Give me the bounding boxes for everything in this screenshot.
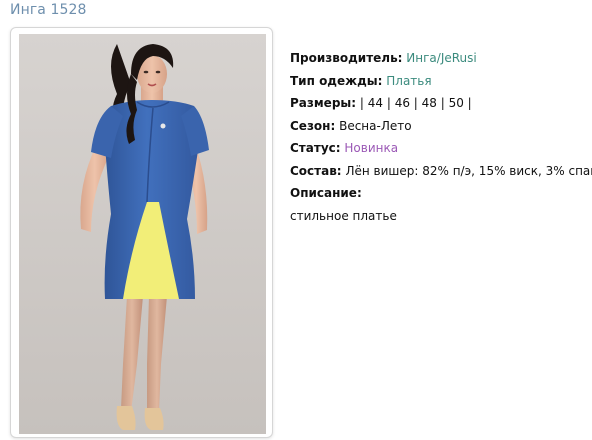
description-text: стильное платье bbox=[290, 208, 397, 223]
product-title: Инга 1528 bbox=[10, 2, 87, 18]
manufacturer-row: Производитель: Инга/JeRusi bbox=[290, 47, 590, 70]
product-photo[interactable] bbox=[19, 34, 266, 434]
season-label: Сезон: bbox=[290, 118, 336, 133]
sizes-row: Размеры: | 44 | 46 | 48 | 50 | bbox=[290, 92, 590, 115]
status-link[interactable]: Новинка bbox=[344, 141, 398, 155]
season-row: Сезон: Весна-Лето bbox=[290, 115, 590, 138]
composition-value: Лён вишер: 82% п/э, 15% виск, 3% спанд. bbox=[345, 163, 592, 178]
composition-label: Состав: bbox=[290, 163, 342, 178]
status-row: Статус: Новинка bbox=[290, 137, 590, 160]
description-label: Описание: bbox=[290, 186, 362, 200]
manufacturer-link[interactable]: Инга/JeRusi bbox=[406, 51, 476, 65]
season-value: Весна-Лето bbox=[339, 118, 412, 133]
dress-model-image bbox=[19, 34, 266, 434]
status-label: Статус: bbox=[290, 141, 341, 155]
clothing-type-link[interactable]: Платья bbox=[386, 74, 431, 88]
product-photo-frame[interactable] bbox=[10, 27, 273, 438]
product-details: Производитель: Инга/JeRusi Тип одежды: П… bbox=[290, 47, 592, 227]
description-row: Описание: bbox=[290, 182, 590, 205]
clothing-type-row: Тип одежды: Платья bbox=[290, 70, 590, 93]
product-page: Инга 1528 Производитель: Инга/JeRusi Тип… bbox=[0, 0, 592, 440]
sizes-label: Размеры: bbox=[290, 96, 357, 110]
composition-row: Состав: Лён вишер: 82% п/э, 15% виск, 3%… bbox=[290, 160, 592, 183]
manufacturer-label: Производитель: bbox=[290, 51, 403, 65]
clothing-type-label: Тип одежды: bbox=[290, 73, 383, 88]
sizes-value: | 44 | 46 | 48 | 50 | bbox=[359, 96, 472, 110]
